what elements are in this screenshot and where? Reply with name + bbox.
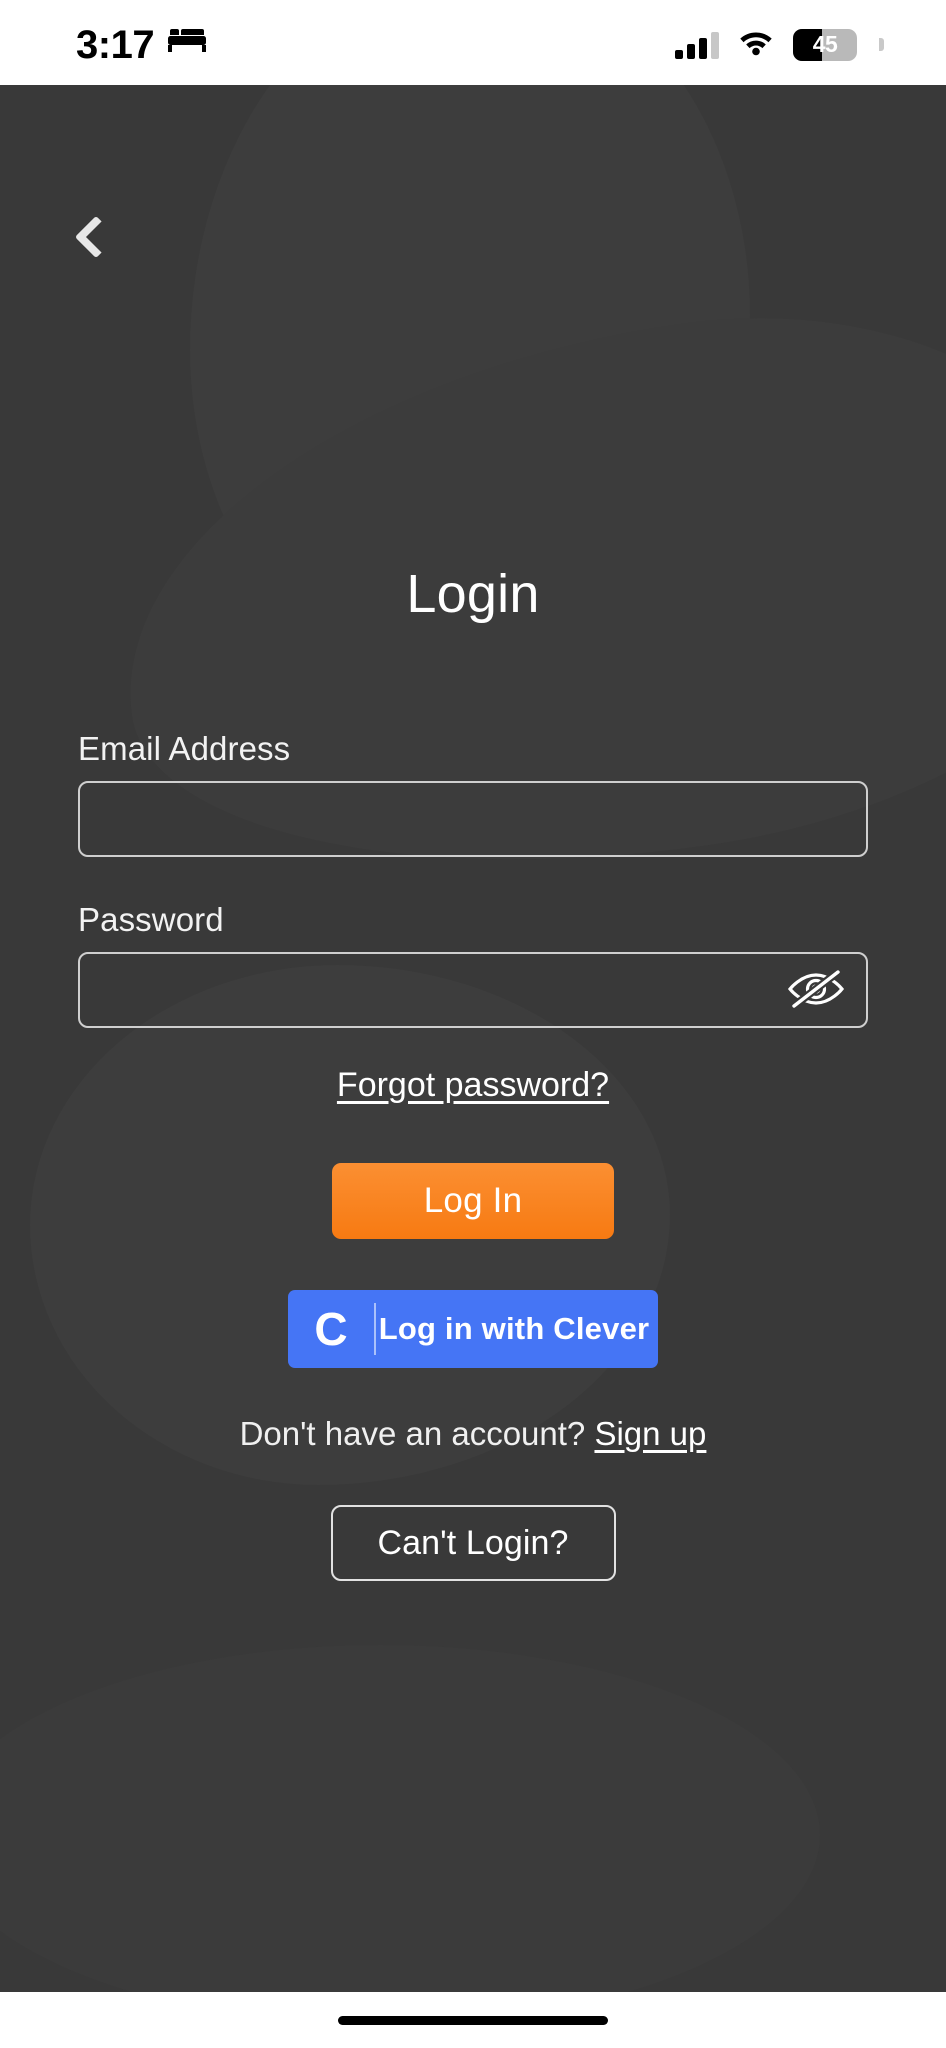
status-bar-right: 45	[675, 24, 884, 61]
chevron-left-icon	[74, 215, 118, 259]
password-field-wrapper	[78, 952, 868, 1028]
forgot-password-row: Forgot password?	[78, 1066, 868, 1105]
signup-row: Don't have an account? Sign up	[78, 1415, 868, 1453]
forgot-password-link[interactable]: Forgot password?	[337, 1066, 609, 1104]
battery-icon: 45	[793, 28, 857, 61]
login-content: Login Email Address Password Forgot pass…	[0, 85, 946, 1992]
status-bar-clock: 3:17	[76, 22, 155, 67]
battery-level-label: 45	[812, 31, 838, 57]
phone-screen: 3:17 45 Login Email Address Password For…	[0, 0, 946, 2048]
home-indicator-area	[0, 1992, 946, 2048]
cant-login-button[interactable]: Can't Login?	[330, 1505, 616, 1581]
login-form: Email Address Password Forgot password? …	[0, 730, 946, 1581]
email-label: Email Address	[78, 730, 291, 767]
password-field[interactable]	[78, 952, 868, 1028]
back-button[interactable]	[48, 193, 136, 281]
clever-logo-letter: C	[314, 1303, 348, 1355]
toggle-password-visibility-button[interactable]	[780, 960, 852, 1020]
clever-logo-icon: C	[288, 1290, 374, 1368]
home-indicator[interactable]	[338, 2015, 608, 2025]
battery-cap-icon	[879, 38, 884, 51]
field-spacer	[78, 857, 868, 901]
status-bar: 3:17 45	[0, 0, 946, 85]
signal-bars-icon	[675, 31, 719, 59]
wifi-icon	[738, 28, 774, 61]
login-button[interactable]: Log In	[332, 1163, 614, 1239]
signup-link[interactable]: Sign up	[594, 1415, 706, 1452]
bed-icon	[168, 27, 207, 58]
login-screen: Login Email Address Password Forgot pass…	[0, 85, 946, 1992]
login-with-clever-label: Log in with Clever	[378, 1311, 650, 1346]
page-title: Login	[406, 564, 540, 624]
login-with-clever-button[interactable]: C Log in with Clever	[288, 1290, 658, 1368]
email-field[interactable]	[78, 781, 868, 857]
signup-prompt-text: Don't have an account?	[239, 1415, 586, 1452]
status-bar-left: 3:17	[76, 21, 207, 67]
password-label: Password	[78, 901, 224, 938]
eye-slash-icon	[785, 967, 847, 1014]
